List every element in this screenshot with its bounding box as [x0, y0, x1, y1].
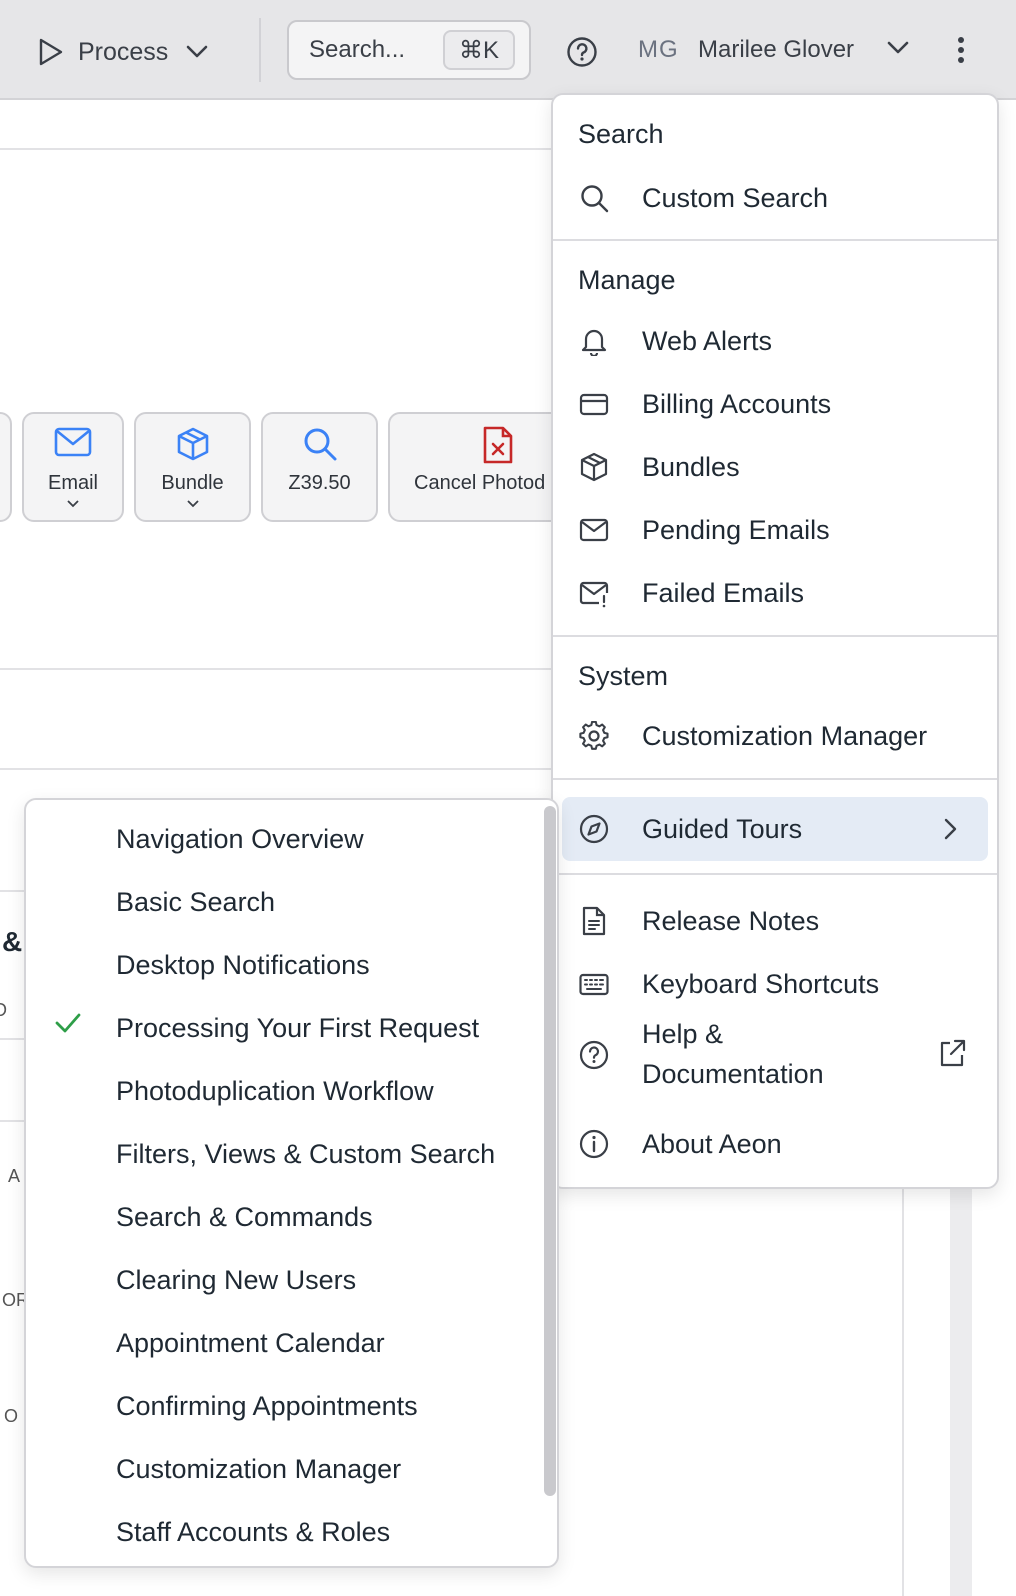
menu-item-keyboard-shortcuts[interactable]: Keyboard Shortcuts	[553, 953, 997, 1015]
background-text-fragment: &	[2, 926, 23, 957]
info-circle-icon	[579, 1129, 609, 1159]
menu-item-label: Billing Accounts	[642, 388, 832, 419]
top-bar: Process Search... ⌘K MG Marilee Glover	[0, 0, 1016, 100]
manage-section-heading: Manage	[578, 265, 676, 295]
tour-item-filters-views-custom-search[interactable]: Filters, Views & Custom Search	[116, 1139, 495, 1170]
menu-item-label: Bundles	[642, 451, 740, 482]
menu-item-label: Web Alerts	[642, 325, 773, 356]
submenu-scrollbar-thumb[interactable]	[544, 806, 556, 1496]
help-circle-icon	[579, 1040, 609, 1070]
menu-item-failed-emails[interactable]: Failed Emails	[553, 562, 997, 624]
menu-divider	[553, 778, 997, 780]
envelope-icon	[54, 426, 92, 458]
help-circle-icon[interactable]	[566, 36, 598, 68]
more-vertical-icon[interactable]	[957, 36, 965, 64]
divider	[0, 148, 560, 150]
tour-item-desktop-notifications[interactable]: Desktop Notifications	[116, 950, 370, 981]
keyboard-icon	[579, 969, 609, 999]
scrollbar-track[interactable]	[950, 1188, 972, 1596]
tile-label: Z39.50	[288, 472, 351, 494]
menu-item-custom-search[interactable]: Custom Search	[553, 167, 997, 229]
chevron-right-icon	[943, 818, 957, 840]
checkmark-icon	[54, 1012, 82, 1034]
menu-item-guided-tours[interactable]: Guided Tours	[553, 798, 997, 860]
menu-item-label: Pending Emails	[642, 514, 830, 545]
menu-item-label: Failed Emails	[642, 577, 805, 608]
chevron-down-icon	[67, 500, 79, 508]
menu-item-release-notes[interactable]: Release Notes	[553, 890, 997, 952]
menu-item-label: About Aeon	[642, 1128, 782, 1159]
package-icon	[175, 426, 211, 462]
email-tile[interactable]: Email	[22, 412, 124, 522]
user-dropdown-menu: Search Custom Search Manage Web Alerts B…	[551, 93, 999, 1189]
menu-item-label: Release Notes	[642, 905, 820, 936]
background-text-fragment: O	[4, 1406, 19, 1426]
document-icon	[579, 906, 609, 936]
menu-item-billing-accounts[interactable]: Billing Accounts	[553, 373, 997, 435]
bundle-tile[interactable]: Bundle	[134, 412, 251, 522]
menu-item-label: Custom Search	[642, 182, 829, 213]
search-icon	[579, 183, 609, 213]
search-icon	[302, 426, 338, 462]
process-menu-button[interactable]: Process	[38, 30, 208, 74]
background-text-fragment: A	[8, 1166, 21, 1186]
avatar[interactable]: MG	[638, 36, 679, 64]
chevron-down-icon[interactable]	[887, 41, 909, 55]
menu-item-label: Keyboard Shortcuts	[642, 968, 880, 999]
menu-item-label: Customization Manager	[642, 720, 928, 751]
menu-item-label-line-1: Help &	[642, 1019, 724, 1049]
tour-item-appointment-calendar[interactable]: Appointment Calendar	[116, 1328, 385, 1359]
guided-tours-submenu: Navigation Overview Basic Search Desktop…	[24, 798, 559, 1568]
menu-divider	[553, 873, 997, 875]
z3950-tile[interactable]: Z39.50	[261, 412, 378, 522]
credit-card-icon	[579, 389, 609, 419]
menu-item-web-alerts[interactable]: Web Alerts	[553, 310, 997, 372]
toolbar-divider	[259, 18, 261, 82]
menu-item-about-aeon[interactable]: About Aeon	[553, 1113, 997, 1175]
background-text-fragment: D	[0, 1000, 7, 1020]
toolbar-tile-partial[interactable]	[0, 412, 12, 522]
menu-item-bundles[interactable]: Bundles	[553, 436, 997, 498]
divider	[0, 668, 560, 670]
divider	[902, 1188, 904, 1596]
tour-item-confirming-appointments[interactable]: Confirming Appointments	[116, 1391, 418, 1422]
envelope-icon	[579, 515, 609, 545]
search-shortcut-badge: ⌘K	[443, 30, 515, 70]
external-link-icon	[937, 1038, 967, 1068]
system-section-heading: System	[578, 661, 669, 691]
compass-icon	[579, 814, 609, 844]
menu-item-label: Guided Tours	[642, 813, 803, 844]
file-x-icon	[482, 426, 514, 464]
menu-divider	[553, 635, 997, 637]
tile-label: Email	[47, 472, 98, 494]
gear-icon	[579, 721, 609, 751]
menu-item-label-line-2: Documentation	[642, 1059, 824, 1089]
user-name[interactable]: Marilee Glover	[698, 36, 854, 64]
process-label: Process	[78, 37, 169, 66]
tour-item-photoduplication-workflow[interactable]: Photoduplication Workflow	[116, 1076, 434, 1107]
package-icon	[579, 452, 609, 482]
tour-item-staff-accounts-roles[interactable]: Staff Accounts & Roles	[116, 1517, 390, 1548]
tour-item-customization-manager[interactable]: Customization Manager	[116, 1454, 401, 1485]
divider	[0, 768, 560, 770]
tour-item-clearing-new-users[interactable]: Clearing New Users	[116, 1265, 356, 1296]
envelope-alert-icon	[579, 578, 609, 608]
search-section-heading: Search	[578, 119, 664, 149]
chevron-down-icon	[186, 500, 199, 508]
tour-item-search-commands[interactable]: Search & Commands	[116, 1202, 373, 1233]
tour-item-basic-search[interactable]: Basic Search	[116, 887, 275, 918]
menu-item-pending-emails[interactable]: Pending Emails	[553, 499, 997, 561]
menu-item-customization-manager[interactable]: Customization Manager	[553, 705, 997, 767]
tile-label: Bundle	[161, 472, 224, 494]
menu-item-help-documentation[interactable]: Help & Documentation	[553, 1012, 997, 1098]
chevron-down-icon	[186, 45, 208, 59]
menu-divider	[553, 239, 997, 241]
tour-item-processing-first-request[interactable]: Processing Your First Request	[116, 1013, 479, 1044]
global-search-button[interactable]: Search... ⌘K	[287, 20, 531, 80]
bell-icon	[579, 326, 609, 356]
search-button-label: Search...	[309, 36, 406, 63]
play-icon	[38, 38, 64, 66]
tour-item-navigation-overview[interactable]: Navigation Overview	[116, 824, 364, 855]
